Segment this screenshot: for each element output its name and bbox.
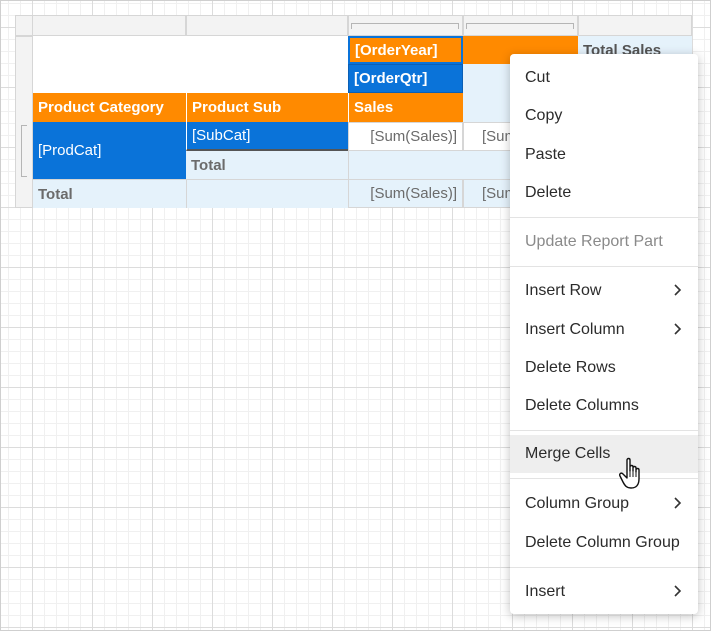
sales-header[interactable]: Sales [348,93,463,122]
column-group-bracket [351,23,459,29]
column-group-bracket [466,23,574,29]
menu-item-paste[interactable]: Paste [510,136,698,174]
menu-item-copy[interactable]: Copy [510,97,698,135]
menu-item-label: Insert Column [525,321,625,338]
menu-separator [510,430,698,431]
order-qtr-cell[interactable]: [OrderQtr] [348,64,463,93]
subtotal-label-cell[interactable]: Total [186,151,348,179]
menu-item-column-group[interactable]: Column Group [510,485,698,523]
menu-item-delete-rows[interactable]: Delete Rows [510,349,698,387]
menu-item-insert-column[interactable]: Insert Column [510,311,698,349]
order-year-cell[interactable]: [OrderYear] [348,36,463,64]
menu-item-update-report-part[interactable]: Update Report Part [510,223,698,261]
menu-separator [510,478,698,479]
menu-item-label: Insert Row [525,282,602,299]
column-handle[interactable] [186,15,348,36]
empty-corner-cell[interactable] [33,36,348,93]
menu-item-label: Insert [525,583,566,600]
column-handle[interactable] [578,15,692,36]
menu-item-label: Merge Cells [525,445,611,462]
menu-item-label: Update Report Part [525,233,663,250]
chevron-right-icon [674,323,682,335]
chevron-right-icon [674,585,682,597]
menu-item-label: Delete Rows [525,359,616,376]
menu-separator [510,567,698,568]
row-group-bracket [21,125,27,177]
chevron-right-icon [674,284,682,296]
menu-item-merge-cells[interactable]: Merge Cells [510,435,698,473]
menu-item-insert-row[interactable]: Insert Row [510,272,698,310]
menu-item-label: Delete Column Group [525,534,680,551]
menu-item-label: Paste [525,146,566,163]
context-menu: Cut Copy Paste Delete Update Report Part… [510,54,698,614]
menu-item-delete-columns[interactable]: Delete Columns [510,387,698,425]
menu-item-delete-column-group[interactable]: Delete Column Group [510,524,698,562]
subcat-cell[interactable]: [SubCat] [186,122,348,151]
menu-item-label: Column Group [525,495,630,512]
prodcat-cell[interactable]: [ProdCat] [33,122,186,179]
sum-sales-cell[interactable]: [Sum(Sales)] [348,122,463,151]
grand-total-sum-sales-cell[interactable]: [Sum(Sales)] [348,179,463,208]
menu-item-label: Delete Columns [525,397,639,414]
menu-separator [510,217,698,218]
hand-pointer-cursor-icon [619,457,640,489]
column-handle[interactable] [32,15,186,36]
grand-total-empty-cell[interactable] [186,179,348,208]
menu-item-label: Cut [525,69,550,86]
menu-item-cut[interactable]: Cut [510,59,698,97]
product-category-header[interactable]: Product Category [33,93,186,122]
product-sub-header[interactable]: Product Sub [186,93,348,122]
menu-item-label: Delete [525,184,572,201]
chevron-right-icon [674,497,682,509]
menu-separator [510,266,698,267]
menu-item-insert[interactable]: Insert [510,573,698,611]
menu-item-label: Copy [525,107,563,124]
grand-total-label-cell[interactable]: Total [33,179,186,208]
menu-item-delete[interactable]: Delete [510,174,698,212]
row-handle-bar [15,36,33,208]
